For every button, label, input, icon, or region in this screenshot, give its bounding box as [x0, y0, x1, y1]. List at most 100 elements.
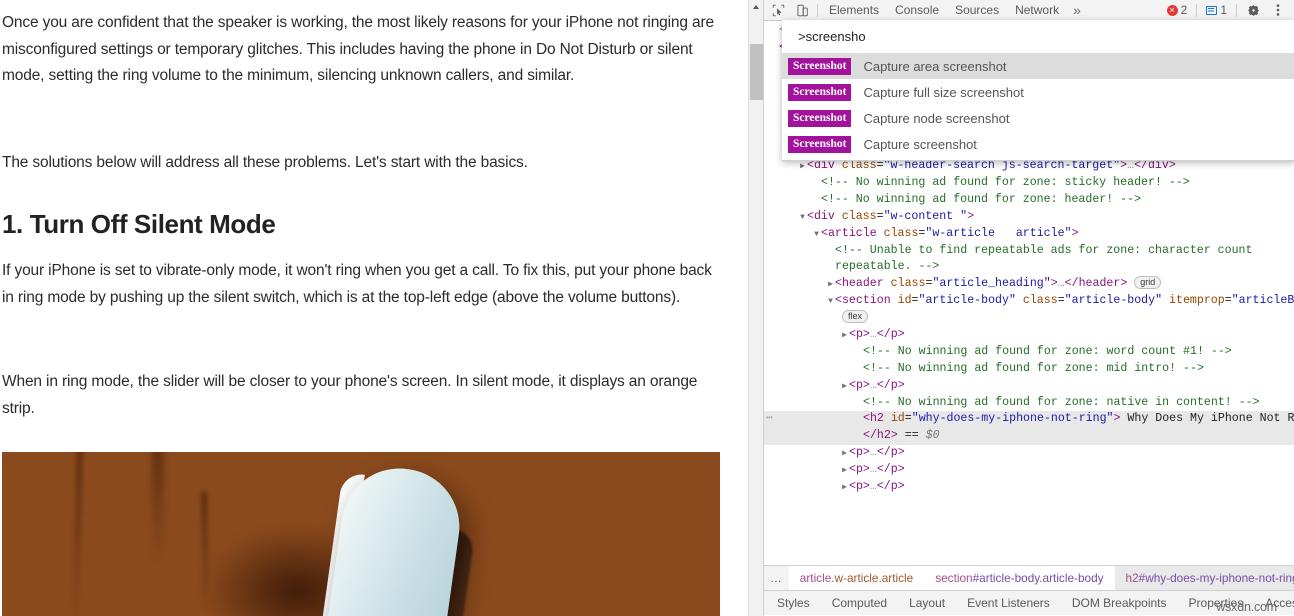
dom-token-comment: <!-- No winning ad found for zone: heade… — [821, 193, 1141, 206]
page-scrollbar-thumb[interactable] — [750, 44, 763, 100]
dom-token-punct: > — [1051, 277, 1058, 290]
expand-triangle-icon[interactable]: ▶ — [840, 480, 849, 497]
dom-token-punct: </p> — [877, 480, 905, 493]
dom-token-punct: </p> — [877, 463, 905, 476]
dom-tree-line[interactable]: repeatable. --> — [764, 259, 1294, 276]
dom-tree-line[interactable]: <!-- No winning ad found for zone: heade… — [764, 192, 1294, 209]
tab-network[interactable]: Network — [1007, 0, 1067, 20]
tab-sources[interactable]: Sources — [947, 0, 1007, 20]
dom-tree-line[interactable]: ▶<p>…</p> — [764, 378, 1294, 395]
dom-token-attrname: id — [891, 412, 905, 425]
dom-tree-line[interactable]: ▶<p>…</p> — [764, 327, 1294, 344]
dom-tree-line[interactable]: ▶<p>…</p> — [764, 479, 1294, 496]
dom-token-equals: = — [905, 412, 912, 425]
dom-token-punct: <section — [835, 294, 898, 307]
sidebar-tab-properties[interactable]: Properties — [1178, 591, 1255, 615]
dom-tree-line[interactable]: ▶<header class="article_heading">…</head… — [764, 276, 1294, 293]
dom-token-comment: <!-- No winning ad found for zone: nativ… — [863, 396, 1260, 409]
toggle-device-toolbar-icon[interactable] — [790, 1, 814, 20]
dom-token-punct: > — [1072, 227, 1079, 240]
sidebar-tab-layout[interactable]: Layout — [898, 591, 956, 615]
dom-tree-line[interactable]: ▼<div class="w-content "> — [764, 209, 1294, 226]
command-item-2[interactable]: ScreenshotCapture node screenshot — [782, 105, 1294, 131]
dom-tree-line[interactable]: ▶<p>…</p> — [764, 445, 1294, 462]
command-item-1[interactable]: ScreenshotCapture full size screenshot — [782, 79, 1294, 105]
command-item-3[interactable]: ScreenshotCapture screenshot — [782, 131, 1294, 157]
error-count-badge[interactable]: 2 — [1162, 1, 1193, 20]
expand-triangle-icon[interactable]: ▶ — [826, 277, 835, 294]
sidebar-tab-dom-breakpoints[interactable]: DOM Breakpoints — [1061, 591, 1178, 615]
dom-tree-line[interactable]: </h2> == $0 — [764, 428, 1294, 445]
scroll-up-arrow-icon[interactable] — [749, 0, 763, 14]
dom-line-no-arrow — [826, 260, 835, 277]
collapse-triangle-icon[interactable]: ▼ — [798, 210, 807, 227]
tab-elements[interactable]: Elements — [821, 0, 887, 20]
breadcrumb-overflow-ellipsis[interactable]: … — [764, 571, 789, 585]
dom-token-attrname: class — [842, 210, 877, 223]
layout-badge-grid[interactable]: grid — [1134, 276, 1161, 289]
dom-token-equals: == — [898, 429, 926, 442]
dom-token-attrval: "article-body" — [1065, 294, 1162, 307]
expand-triangle-icon[interactable]: ▶ — [840, 379, 849, 396]
sidebar-tab-accessibility[interactable]: Accessibility — [1254, 591, 1294, 615]
expand-triangle-icon[interactable]: ▶ — [798, 159, 807, 176]
expand-triangle-icon[interactable]: ▶ — [840, 328, 849, 345]
dom-breadcrumb-bar[interactable]: … article.w-article.articlesection#artic… — [764, 565, 1294, 590]
dom-token-attrname: id — [898, 294, 912, 307]
dom-tree-line[interactable]: <!-- Unable to find repeatable ads for z… — [764, 243, 1294, 260]
dom-line-no-arrow — [812, 176, 821, 193]
dom-tree-line[interactable]: ▼<section id="article-body" class="artic… — [764, 293, 1294, 310]
dom-tree-line[interactable]: flex — [764, 310, 1294, 327]
dom-tree-line[interactable]: <!-- No winning ad found for zone: nativ… — [764, 395, 1294, 412]
breadcrumb-item-h2[interactable]: h2#why-does-my-iphone-not-ring — [1115, 566, 1294, 591]
dom-token-punct: <p> — [849, 379, 870, 392]
dom-tree-line[interactable]: <!-- No winning ad found for zone: stick… — [764, 175, 1294, 192]
sidebar-tab-computed[interactable]: Computed — [821, 591, 898, 615]
dom-token-ellipsis-node: … — [870, 328, 877, 341]
breadcrumb-tag: article — [800, 571, 831, 585]
dom-tree-line[interactable]: <!-- No winning ad found for zone: word … — [764, 344, 1294, 361]
breadcrumb-item-section[interactable]: section#article-body.article-body — [924, 566, 1114, 591]
command-palette[interactable]: >screensho ScreenshotCapture area screen… — [782, 20, 1294, 161]
error-icon — [1167, 5, 1178, 16]
sidebar-tab-event-listeners[interactable]: Event Listeners — [956, 591, 1061, 615]
expand-triangle-icon[interactable]: ▶ — [840, 463, 849, 480]
message-count-label: 1 — [1220, 3, 1227, 17]
dom-line-no-arrow — [826, 244, 835, 261]
more-tabs-chevron-icon[interactable]: » — [1067, 0, 1087, 20]
dom-line-no-arrow — [826, 311, 835, 328]
command-palette-results[interactable]: ScreenshotCapture area screenshotScreens… — [782, 53, 1294, 157]
devtools-sidebar-tabs[interactable]: StylesComputedLayoutEvent ListenersDOM B… — [764, 590, 1294, 615]
page-vertical-scrollbar[interactable] — [748, 0, 763, 616]
inspect-element-icon[interactable] — [766, 1, 790, 20]
settings-gear-icon[interactable] — [1241, 1, 1265, 20]
command-palette-input[interactable]: >screensho — [782, 20, 1294, 53]
tab-console[interactable]: Console — [887, 0, 947, 20]
dom-token-punct: <p> — [849, 328, 870, 341]
dom-tree-line[interactable]: ▼<article class="w-article article"> — [764, 226, 1294, 243]
article-paragraph-3: If your iPhone is set to vibrate-only mo… — [2, 258, 720, 311]
message-count-badge[interactable]: 1 — [1201, 1, 1232, 20]
command-item-0[interactable]: ScreenshotCapture area screenshot — [782, 53, 1294, 79]
breadcrumb-item-article[interactable]: article.w-article.article — [789, 566, 924, 591]
dom-token-attrname: class — [1023, 294, 1058, 307]
dom-token-punct: <article — [821, 227, 884, 240]
collapse-triangle-icon[interactable]: ▼ — [826, 294, 835, 311]
layout-badge-flex[interactable]: flex — [842, 310, 868, 323]
devtools-toolbar: Elements Console Sources Network » 2 1 — [764, 0, 1294, 21]
dom-token-attrname: class — [891, 277, 926, 290]
expand-triangle-icon[interactable]: ▶ — [840, 446, 849, 463]
more-options-kebab-icon[interactable] — [1266, 1, 1290, 20]
sidebar-tab-styles[interactable]: Styles — [764, 591, 821, 615]
dom-tree-line[interactable]: <!-- No winning ad found for zone: mid i… — [764, 361, 1294, 378]
dom-token-punct: </p> — [877, 379, 905, 392]
dom-token-ellipsis-node: … — [870, 463, 877, 476]
dom-token-attrval: "article-body" — [919, 294, 1016, 307]
collapse-triangle-icon[interactable]: ▼ — [812, 227, 821, 244]
dom-tree-line[interactable]: ▶<p>…</p> — [764, 462, 1294, 479]
dom-token-equals: = — [1058, 294, 1065, 307]
dom-token-punct: <p> — [849, 463, 870, 476]
dom-token-punct: </header> — [1065, 277, 1128, 290]
dom-tree-line[interactable]: ⋯ <h2 id="why-does-my-iphone-not-ring"> … — [764, 411, 1294, 428]
dom-line-no-arrow — [854, 396, 863, 413]
